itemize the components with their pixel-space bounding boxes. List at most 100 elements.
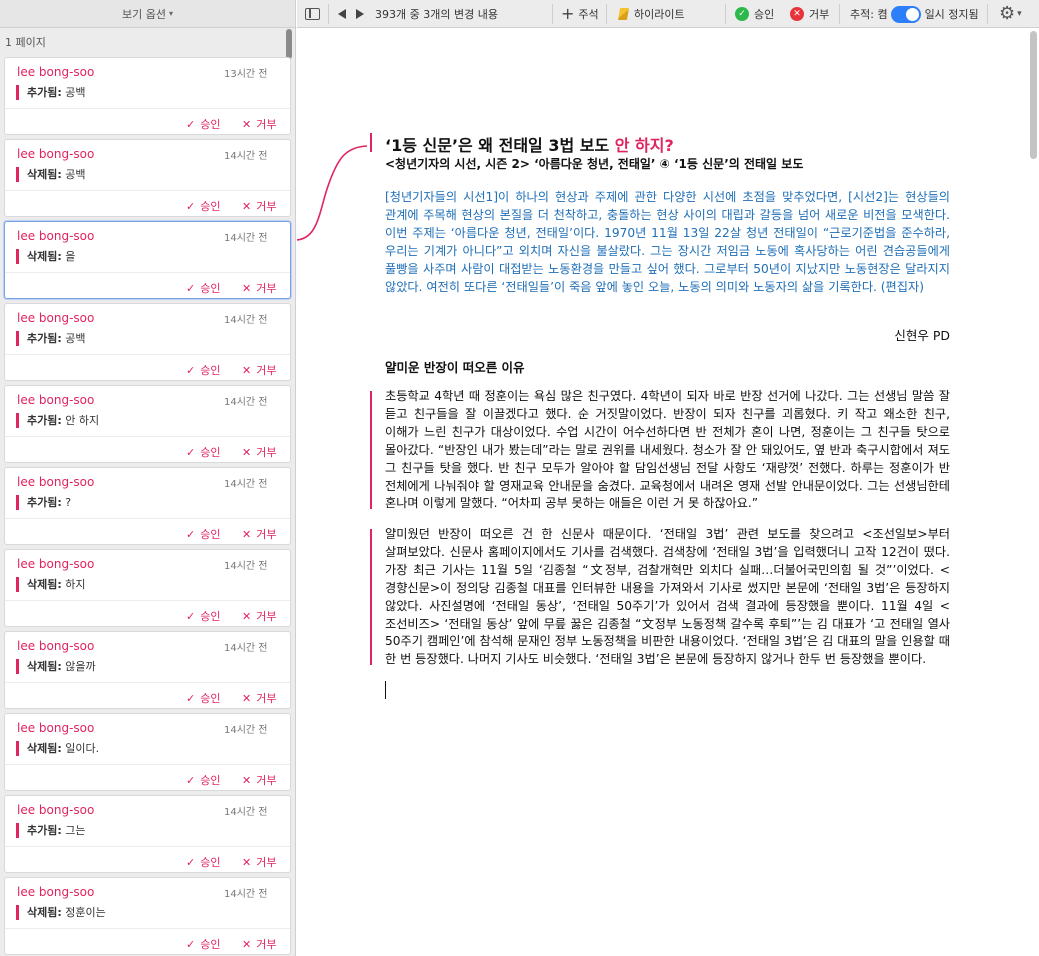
view-options-label: 보기 옵션: [122, 7, 166, 21]
change-text: 일이다.: [65, 742, 100, 755]
page-label: 1 페이지: [5, 35, 46, 49]
reject-button[interactable]: ✕ 거부: [242, 854, 276, 870]
change-description: 삭제됨: 정훈이는: [16, 905, 106, 920]
change-description: 삭제됨: 않을까: [16, 659, 96, 674]
checkmark-icon: ✓: [186, 364, 196, 377]
change-description: 삭제됨: 을: [16, 249, 75, 264]
change-kind: 삭제됨:: [27, 168, 62, 181]
next-change-button[interactable]: [356, 0, 364, 28]
checkmark-icon: ✓: [186, 282, 196, 295]
sidebar-toggle-button[interactable]: [305, 0, 320, 28]
plus-icon: +: [561, 4, 575, 23]
reject-button[interactable]: ✕ 거부: [242, 280, 276, 296]
byline: 신현우 PD: [894, 328, 950, 343]
approve-button[interactable]: ✓ 승인: [186, 690, 220, 706]
change-author: lee bong-soo: [17, 557, 95, 571]
reject-label: 거부: [809, 8, 830, 21]
change-kind: 삭제됨:: [27, 742, 62, 755]
settings-button[interactable]: ⚙ ▾: [999, 0, 1022, 28]
change-card[interactable]: lee bong-soo 14시간 전 추가됨: 그는 ✓ 승인 ✕ 거부: [4, 795, 291, 873]
reject-button[interactable]: ✕ 거부: [242, 362, 276, 378]
approve-button[interactable]: ✓ 승인: [186, 772, 220, 788]
change-card[interactable]: lee bong-soo 14시간 전 추가됨: 안 하지 ✓ 승인 ✕ 거부: [4, 385, 291, 463]
toolbar-divider: [725, 4, 726, 24]
approve-button[interactable]: ✓ 승인: [186, 936, 220, 952]
change-bar: [370, 529, 372, 665]
document-scrollbar[interactable]: [1030, 31, 1037, 159]
reject-button[interactable]: ✕ 거부: [242, 690, 276, 706]
sidebar-scrollbar[interactable]: [286, 29, 292, 59]
reject-change-button[interactable]: ✕ 거부: [790, 0, 829, 28]
change-card[interactable]: lee bong-soo 14시간 전 삭제됨: 하지 ✓ 승인 ✕ 거부: [4, 549, 291, 627]
change-card[interactable]: lee bong-soo 13시간 전 추가됨: 공백 ✓ 승인 ✕ 거부: [4, 57, 291, 135]
close-icon: ✕: [242, 938, 252, 951]
comment-label: 주석: [578, 8, 599, 21]
change-timestamp: 14시간 전: [224, 151, 268, 162]
paragraph-text: 얄미웠던 반장이 떠오른 건 한 신문사 때문이다. ‘전태일 3법’ 관련 보…: [385, 527, 950, 667]
change-text: 하지: [65, 578, 86, 591]
highlight-label: 하이라이트: [634, 8, 685, 21]
change-card[interactable]: lee bong-soo 14시간 전 삭제됨: 공백 ✓ 승인 ✕ 거부: [4, 139, 291, 217]
change-author: lee bong-soo: [17, 475, 95, 489]
reject-button[interactable]: ✕ 거부: [242, 772, 276, 788]
reject-button[interactable]: ✕ 거부: [242, 116, 276, 132]
approve-change-button[interactable]: ✓ 승인: [735, 0, 774, 28]
checkmark-icon: ✓: [186, 938, 196, 951]
change-card[interactable]: lee bong-soo 14시간 전 추가됨: ? ✓ 승인 ✕ 거부: [4, 467, 291, 545]
change-kind: 추가됨:: [27, 496, 62, 509]
approve-button[interactable]: ✓ 승인: [186, 198, 220, 214]
checkmark-circle-icon: ✓: [735, 7, 749, 21]
approve-button[interactable]: ✓ 승인: [186, 362, 220, 378]
reject-button[interactable]: ✕ 거부: [242, 608, 276, 624]
change-timestamp: 14시간 전: [224, 233, 268, 244]
approve-button[interactable]: ✓ 승인: [186, 608, 220, 624]
highlight-button[interactable]: 하이라이트: [617, 0, 685, 28]
approve-label: 승인: [200, 446, 221, 459]
approve-button[interactable]: ✓ 승인: [186, 444, 220, 460]
reject-button[interactable]: ✕ 거부: [242, 444, 276, 460]
close-icon: ✕: [242, 118, 252, 131]
toolbar-divider: [606, 4, 607, 24]
approve-label: 승인: [200, 364, 221, 377]
reject-label: 거부: [256, 938, 277, 951]
reject-label: 거부: [256, 856, 277, 869]
tracking-label: 추적: 켬: [850, 8, 888, 21]
checkmark-icon: ✓: [186, 610, 196, 623]
reject-button[interactable]: ✕ 거부: [242, 198, 276, 214]
change-author: lee bong-soo: [17, 885, 95, 899]
approve-button[interactable]: ✓ 승인: [186, 280, 220, 296]
close-icon: ✕: [242, 692, 252, 705]
change-description: 추가됨: ?: [16, 495, 71, 510]
previous-change-button[interactable]: [338, 0, 346, 28]
tracking-toggle[interactable]: [890, 5, 921, 23]
add-comment-button[interactable]: + 주석: [561, 0, 599, 28]
reject-button[interactable]: ✕ 거부: [242, 936, 276, 952]
checkmark-icon: ✓: [186, 692, 196, 705]
highlighter-icon: [617, 8, 630, 20]
change-card[interactable]: lee bong-soo 14시간 전 삭제됨: 일이다. ✓ 승인 ✕ 거부: [4, 713, 291, 791]
reject-label: 거부: [256, 200, 277, 213]
change-timestamp: 14시간 전: [224, 725, 268, 736]
change-actions: ✓ 승인 ✕ 거부: [5, 846, 290, 873]
change-actions: ✓ 승인 ✕ 거부: [5, 518, 290, 545]
change-timestamp: 14시간 전: [224, 643, 268, 654]
gear-icon: ⚙: [999, 3, 1016, 24]
approve-button[interactable]: ✓ 승인: [186, 116, 220, 132]
reject-label: 거부: [256, 692, 277, 705]
close-icon: ✕: [242, 528, 252, 541]
change-author: lee bong-soo: [17, 639, 95, 653]
approve-button[interactable]: ✓ 승인: [186, 526, 220, 542]
document-canvas[interactable]: ‘1등 신문’은 왜 전태일 3법 보도 안 하지? <청년기자의 시선, 시즌…: [297, 29, 1039, 956]
approve-button[interactable]: ✓ 승인: [186, 854, 220, 870]
change-card[interactable]: lee bong-soo 14시간 전삭제됨: 을 ✓ 승인 ✕ 거부: [4, 221, 291, 299]
change-card[interactable]: lee bong-soo 14시간 전 추가됨: 공백 ✓ 승인 ✕ 거부: [4, 303, 291, 381]
view-options-menu[interactable]: 보기 옵션 ▾: [0, 0, 295, 28]
change-card[interactable]: lee bong-soo 14시간 전 삭제됨: 정훈이는 ✓ 승인 ✕ 거부: [4, 877, 291, 955]
change-description: 추가됨: 안 하지: [16, 413, 99, 428]
body-paragraph-2: 얄미웠던 반장이 떠오른 건 한 신문사 때문이다. ‘전태일 3법’ 관련 보…: [370, 526, 950, 669]
change-card[interactable]: lee bong-soo 14시간 전삭제됨: 않을까 ✓ 승인 ✕ 거부: [4, 631, 291, 709]
change-author: lee bong-soo: [17, 229, 95, 243]
sidebar-icon: [305, 8, 320, 20]
reject-button[interactable]: ✕ 거부: [242, 526, 276, 542]
checkmark-icon: ✓: [186, 446, 196, 459]
